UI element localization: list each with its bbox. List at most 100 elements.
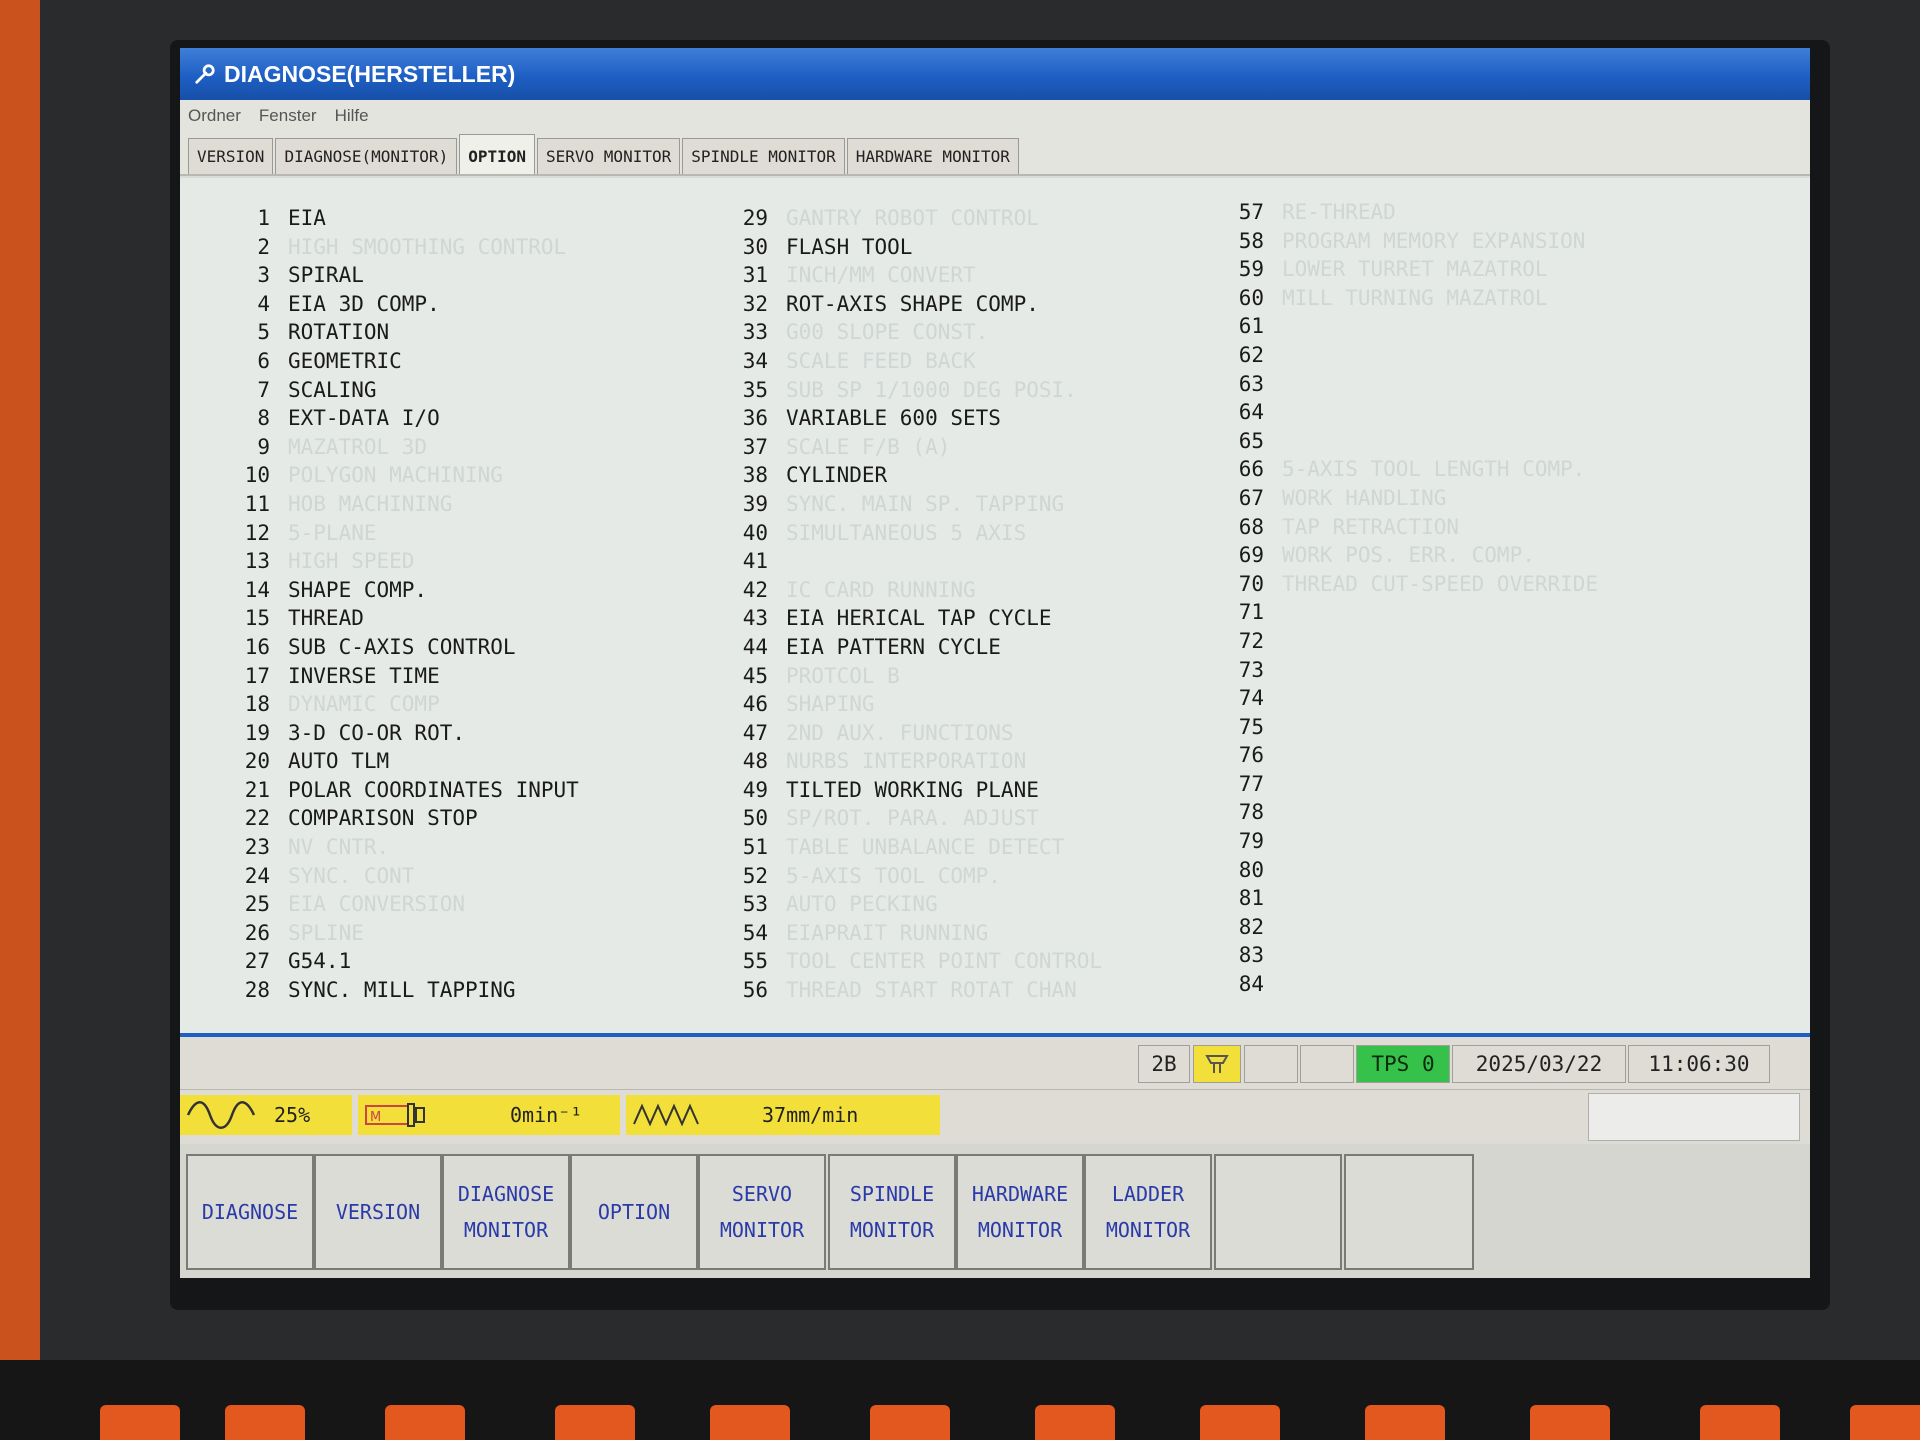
option-label: ROTATION xyxy=(288,320,390,345)
option-number: 5 xyxy=(257,320,270,345)
window-title: DIAGNOSE(HERSTELLER) xyxy=(224,60,516,87)
fkey-spindle-monitor[interactable]: SPINDLE MONITOR xyxy=(828,1154,956,1270)
spindle-gauge: M 0min⁻¹ xyxy=(358,1095,620,1135)
option-number: 83 xyxy=(1238,943,1264,968)
hardware-key-4[interactable] xyxy=(555,1405,635,1440)
hardware-key-5[interactable] xyxy=(710,1405,790,1440)
option-label: THREAD CUT-SPEED OVERRIDE xyxy=(1282,571,1599,596)
tab-spindle-monitor[interactable]: SPINDLE MONITOR xyxy=(682,138,845,174)
option-label: GANTRY ROBOT CONTROL xyxy=(786,206,1039,230)
option-row: 51 TABLE UNBALANCE DETECT xyxy=(718,833,1102,862)
option-number: 18 xyxy=(244,692,270,717)
option-number: 29 xyxy=(742,206,768,230)
hardware-key-9[interactable] xyxy=(1365,1405,1445,1440)
option-number: 84 xyxy=(1238,972,1264,997)
tab-diagnose-monitor[interactable]: DIAGNOSE(MONITOR) xyxy=(275,138,458,174)
option-number: 58 xyxy=(1238,228,1264,253)
option-label: HIGH SMOOTHING CONTROL xyxy=(288,234,567,259)
fkey-empty-9[interactable] xyxy=(1344,1154,1474,1270)
option-label: SCALE F/B (A) xyxy=(786,434,951,459)
option-row: 43 EIA HERICAL TAP CYCLE xyxy=(718,604,1102,633)
option-row: 67 WORK HANDLING xyxy=(1214,484,1598,513)
option-row: 57 RE-THREAD xyxy=(1214,198,1598,227)
option-number: 41 xyxy=(742,549,768,574)
tab-hardware-monitor[interactable]: HARDWARE MONITOR xyxy=(846,138,1019,174)
fkey-version[interactable]: VERSION xyxy=(314,1154,442,1270)
hardware-key-3[interactable] xyxy=(385,1405,465,1440)
hardware-key-10[interactable] xyxy=(1530,1405,1610,1440)
fkey-diagnose-monitor[interactable]: DIAGNOSE MONITOR xyxy=(442,1154,570,1270)
option-row: 24 SYNC. CONT xyxy=(220,862,579,891)
option-row: 41 xyxy=(718,547,1102,576)
option-label: AUTO PECKING xyxy=(786,892,938,917)
tab-version[interactable]: VERSION xyxy=(188,138,274,174)
fkey-servo-monitor[interactable]: SERVO MONITOR xyxy=(698,1154,826,1270)
option-number: 37 xyxy=(742,434,768,459)
option-number: 11 xyxy=(244,491,270,516)
option-label: DYNAMIC COMP xyxy=(288,692,440,717)
hardware-key-11[interactable] xyxy=(1700,1405,1780,1440)
option-row: 80 xyxy=(1214,856,1598,885)
sine-wave-icon xyxy=(186,1101,256,1129)
option-row: 8 EXT-DATA I/O xyxy=(220,404,579,433)
option-row: 34 SCALE FEED BACK xyxy=(718,347,1102,376)
menu-ordner[interactable]: Ordner xyxy=(188,106,241,126)
option-label: 5-AXIS TOOL COMP. xyxy=(786,863,1001,888)
option-column-3: 57 RE-THREAD 58 PROGRAM MEMORY EXPANSION 59 L… xyxy=(1214,198,1598,999)
option-row: 6 GEOMETRIC xyxy=(220,347,579,376)
option-row: 75 xyxy=(1214,713,1598,742)
fkey-ladder-monitor[interactable]: LADDER MONITOR xyxy=(1084,1154,1212,1270)
option-label: LOWER TURRET MAZATROL xyxy=(1282,257,1548,282)
option-number: 76 xyxy=(1238,743,1264,768)
option-number: 71 xyxy=(1238,600,1264,625)
option-row: 19 3-D CO-OR ROT. xyxy=(220,719,579,748)
hardware-key-7[interactable] xyxy=(1035,1405,1115,1440)
hardware-key-2[interactable] xyxy=(225,1405,305,1440)
option-row: 1 EIA xyxy=(220,204,579,233)
menu-hilfe[interactable]: Hilfe xyxy=(335,106,369,126)
option-label: CYLINDER xyxy=(786,463,888,488)
option-number: 52 xyxy=(742,863,768,888)
fkey-empty-8[interactable] xyxy=(1214,1154,1342,1270)
option-number: 77 xyxy=(1238,771,1264,796)
zigzag-feed-icon xyxy=(633,1103,699,1127)
option-label: SHAPING xyxy=(786,692,875,717)
fkey-diagnose[interactable]: DIAGNOSE xyxy=(186,1154,314,1270)
hardware-key-12[interactable] xyxy=(1850,1405,1920,1440)
fkey-hardware-monitor[interactable]: HARDWARE MONITOR xyxy=(956,1154,1084,1270)
option-row: 15 THREAD xyxy=(220,604,579,633)
option-row: 26 SPLINE xyxy=(220,919,579,948)
option-label: NV CNTR. xyxy=(288,835,390,860)
hardware-key-1[interactable] xyxy=(100,1405,180,1440)
option-number: 36 xyxy=(742,406,768,431)
option-number: 55 xyxy=(742,949,768,974)
option-number: 24 xyxy=(244,863,270,888)
option-number: 19 xyxy=(244,720,270,745)
tool-holder-icon xyxy=(1205,1055,1229,1073)
fkey-option[interactable]: OPTION xyxy=(570,1154,698,1270)
option-label: HIGH SPEED xyxy=(288,549,415,574)
option-number: 34 xyxy=(742,348,768,373)
option-label: SCALE FEED BACK xyxy=(786,348,976,373)
option-label: THREAD xyxy=(288,606,364,631)
option-label: ROT-AXIS SHAPE COMP. xyxy=(786,291,1039,316)
option-row: 68 TAP RETRACTION xyxy=(1214,513,1598,542)
option-row: 74 xyxy=(1214,684,1598,713)
option-row: 10 POLYGON MACHINING xyxy=(220,461,579,490)
option-number: 66 xyxy=(1238,457,1264,482)
hardware-key-8[interactable] xyxy=(1200,1405,1280,1440)
svg-text:M: M xyxy=(370,1110,381,1125)
option-number: 13 xyxy=(244,549,270,574)
menu-bar: Ordner Fenster Hilfe xyxy=(180,100,1810,132)
option-row: 30 FLASH TOOL xyxy=(718,233,1102,262)
option-row: 35 SUB SP 1/1000 DEG POSI. xyxy=(718,376,1102,405)
spindle-value: 0min⁻¹ xyxy=(510,1103,583,1127)
mode-icon: 2B xyxy=(1151,1052,1177,1076)
option-number: 74 xyxy=(1238,686,1264,711)
hardware-key-6[interactable] xyxy=(870,1405,950,1440)
menu-fenster[interactable]: Fenster xyxy=(259,106,317,126)
option-row: 27 G54.1 xyxy=(220,947,579,976)
tab-servo-monitor[interactable]: SERVO MONITOR xyxy=(537,138,681,174)
tab-option[interactable]: OPTION xyxy=(459,134,535,174)
machine-bezel-left xyxy=(0,0,40,1440)
